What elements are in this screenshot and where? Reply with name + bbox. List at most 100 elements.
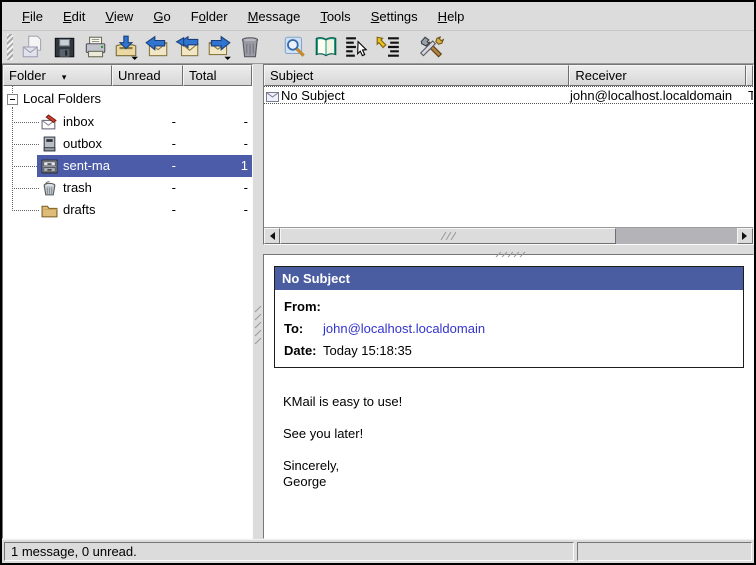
folder-column-label: Folder — [9, 68, 46, 83]
folder-unread-count: - — [110, 180, 176, 195]
splitter-grip-icon — [254, 304, 262, 347]
message-receiver: john@localhost.localdomain — [570, 88, 732, 103]
to-label: To: — [275, 321, 323, 336]
trash-button[interactable] — [234, 33, 265, 62]
configure-icon — [418, 34, 444, 60]
scrollbar-track[interactable] — [616, 228, 737, 244]
forward-button[interactable] — [203, 33, 234, 62]
menu-item-folder[interactable]: Folder — [181, 6, 238, 27]
folder-unread-count: - — [110, 114, 176, 129]
left-arrow-icon — [266, 232, 275, 240]
menu-item-edit[interactable]: Edit — [53, 6, 95, 27]
reply-icon — [144, 34, 170, 60]
reply-button[interactable] — [141, 33, 172, 62]
menu-bar: File Edit View Go Folder Message Tools S… — [2, 2, 754, 31]
menu-item-message[interactable]: Message — [238, 6, 311, 27]
message-headers: From: To: john@localhost.localdomain Dat… — [275, 290, 743, 367]
folder-name: sent-ma — [63, 158, 110, 173]
reply-all-icon — [175, 34, 201, 60]
from-label: From: — [275, 299, 323, 314]
show-message-list-button[interactable] — [341, 33, 372, 62]
message-header-box: No Subject From: To: john@localhost.loca… — [274, 266, 744, 368]
status-secondary-panel — [577, 542, 752, 561]
message-list-header: Subject Receiver Date — [264, 65, 753, 86]
outbox-icon — [41, 136, 58, 156]
folder-total-count: 1 — [180, 158, 248, 173]
scroll-right-button[interactable] — [737, 228, 753, 244]
date-row: Date: Today 15:18:35 — [275, 339, 743, 361]
body-paragraph: KMail is easy to use! — [283, 394, 744, 410]
status-message: 1 message, 0 unread. — [4, 542, 574, 561]
folder-name: trash — [63, 180, 92, 195]
folder-total-count: - — [180, 202, 248, 217]
find-icon — [282, 34, 308, 60]
to-row: To: john@localhost.localdomain — [275, 317, 743, 339]
find-button[interactable] — [279, 33, 310, 62]
print-icon — [82, 34, 108, 60]
unread-column-header[interactable]: Unread — [112, 65, 183, 86]
new-message-button[interactable] — [17, 33, 48, 62]
folder-column-header[interactable]: Folder▾ — [3, 65, 112, 86]
body-paragraph: See you later! — [283, 426, 744, 442]
save-icon — [51, 34, 77, 60]
main-area: Folder▾ Unread Total Local Folders — [2, 64, 754, 539]
to-address-link[interactable]: john@localhost.localdomain — [323, 321, 485, 336]
sent-mail-icon — [41, 158, 58, 178]
trash-icon — [237, 34, 263, 60]
date-label: Date: — [275, 343, 323, 358]
subject-column-header[interactable]: Subject — [264, 65, 569, 86]
collapse-expander-icon[interactable] — [7, 94, 18, 105]
date-column-header[interactable]: Date — [746, 65, 753, 86]
folder-list-header: Folder▾ Unread Total — [3, 65, 252, 86]
configure-button[interactable] — [415, 33, 446, 62]
horizontal-splitter[interactable] — [263, 245, 754, 254]
save-button[interactable] — [48, 33, 79, 62]
toolbar-drag-handle[interactable] — [7, 34, 13, 60]
message-date: Today 15:18:35 — [748, 88, 753, 103]
right-column: Subject Receiver Date No Subject john@lo… — [263, 64, 754, 539]
vertical-splitter[interactable] — [253, 64, 263, 539]
scrollbar-thumb[interactable] — [280, 228, 616, 244]
menu-item-help[interactable]: Help — [428, 6, 475, 27]
reply-all-button[interactable] — [172, 33, 203, 62]
folder-row-sent-mail[interactable]: sent-ma - 1 — [3, 155, 252, 177]
splitter-grip-icon — [495, 246, 535, 261]
scroll-left-button[interactable] — [264, 228, 280, 244]
folder-root-local-folders[interactable]: Local Folders — [23, 91, 101, 106]
jump-to-folder-button[interactable] — [372, 33, 403, 62]
folder-unread-count: - — [110, 202, 176, 217]
folder-row-drafts[interactable]: drafts - - — [3, 199, 252, 221]
jump-arrow-list-icon — [375, 34, 401, 60]
main-toolbar — [2, 31, 754, 64]
message-preview-pane: No Subject From: To: john@localhost.loca… — [263, 254, 754, 539]
folder-pane: Folder▾ Unread Total Local Folders — [2, 64, 253, 539]
menu-item-tools[interactable]: Tools — [310, 6, 360, 27]
menu-item-view[interactable]: View — [95, 6, 143, 27]
drafts-folder-icon — [41, 202, 58, 222]
menu-item-file[interactable]: File — [12, 6, 53, 27]
message-title-bar: No Subject — [275, 267, 743, 290]
check-mail-icon — [113, 34, 139, 60]
menu-item-go[interactable]: Go — [143, 6, 180, 27]
address-book-icon — [313, 34, 339, 60]
check-mail-button[interactable] — [110, 33, 141, 62]
body-paragraph: Sincerely, George — [283, 458, 744, 490]
folder-row-inbox[interactable]: inbox - - — [3, 111, 252, 133]
message-list-body: No Subject john@localhost.localdomain To… — [264, 86, 753, 227]
folder-name: outbox — [63, 136, 102, 151]
menu-item-settings[interactable]: Settings — [361, 6, 428, 27]
print-button[interactable] — [79, 33, 110, 62]
message-list: Subject Receiver Date No Subject john@lo… — [263, 64, 754, 245]
right-arrow-icon — [742, 232, 751, 240]
address-book-button[interactable] — [310, 33, 341, 62]
receiver-column-header[interactable]: Receiver — [569, 65, 746, 86]
folder-total-count: - — [180, 180, 248, 195]
folder-row-outbox[interactable]: outbox - - — [3, 133, 252, 155]
folder-unread-count: - — [110, 136, 176, 151]
total-column-header[interactable]: Total — [183, 65, 252, 86]
folder-row-trash[interactable]: trash - - — [3, 177, 252, 199]
status-bar: 1 message, 0 unread. — [2, 539, 754, 563]
horizontal-scrollbar[interactable] — [264, 227, 753, 244]
message-row[interactable]: No Subject john@localhost.localdomain To… — [264, 86, 753, 104]
tree-line — [12, 86, 13, 93]
